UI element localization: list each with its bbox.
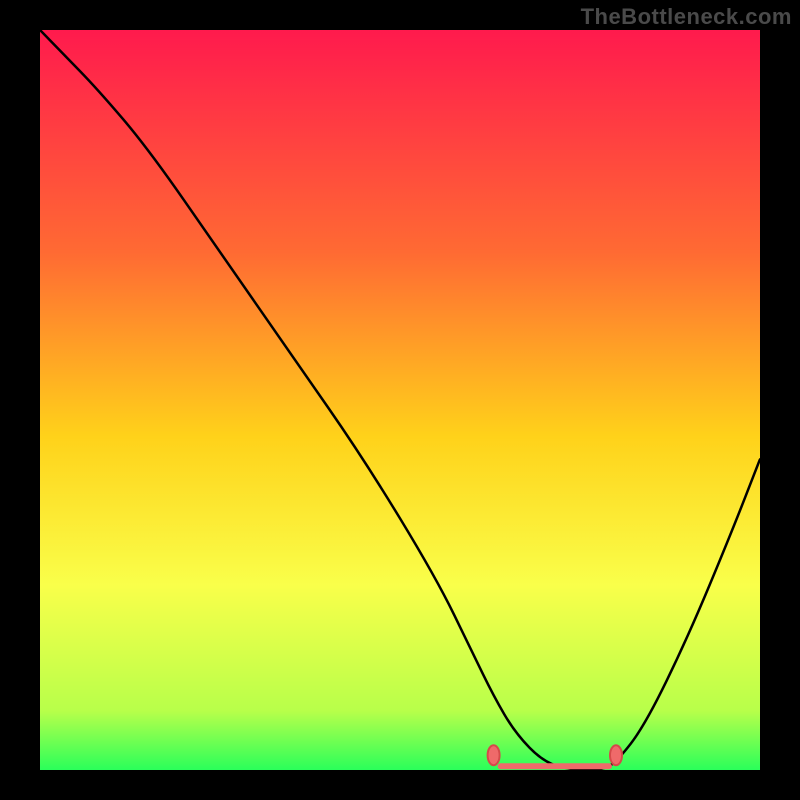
- flat-region-marker-left: [488, 745, 500, 765]
- plot-area: [40, 30, 760, 770]
- chart-frame: TheBottleneck.com: [0, 0, 800, 800]
- bottleneck-chart: [40, 30, 760, 770]
- gradient-background: [40, 30, 760, 770]
- watermark-text: TheBottleneck.com: [581, 4, 792, 30]
- flat-region-bar: [498, 763, 612, 769]
- flat-region-marker-right: [610, 745, 622, 765]
